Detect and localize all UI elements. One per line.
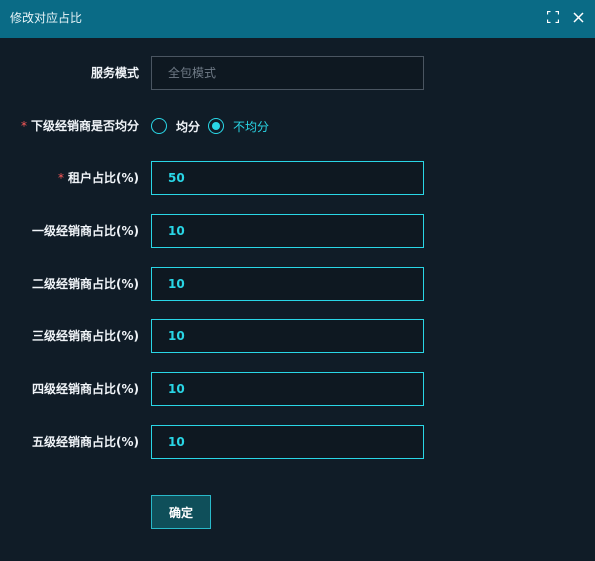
level1-ratio-label: 一级经销商占比(%): [32, 224, 139, 238]
level4-ratio-row: 四级经销商占比(%): [0, 372, 595, 406]
required-mark: *: [58, 171, 64, 185]
level3-ratio-row: 三级经销商占比(%): [0, 319, 595, 353]
level2-ratio-input[interactable]: [151, 267, 424, 301]
level4-ratio-input[interactable]: [151, 372, 424, 406]
service-mode-input: [151, 56, 424, 90]
tenant-ratio-label-text: 租户占比(%): [68, 171, 139, 185]
close-icon: [572, 11, 584, 23]
tenant-ratio-label: * 租户占比(%): [58, 161, 139, 195]
radio-even-label: 均分: [176, 119, 201, 134]
radio-even[interactable]: 均分: [151, 118, 200, 135]
ratio-form: 服务模式 *下级经销商是否均分 均分 不均分 *租户占比(%): [0, 38, 595, 561]
level3-ratio-label: 三级经销商占比(%): [32, 329, 139, 343]
even-split-row: * 下级经销商是否均分 均分 不均分: [0, 109, 595, 143]
service-mode-row: 服务模式: [0, 56, 595, 90]
level2-ratio-label: 二级经销商占比(%): [32, 277, 139, 291]
level4-ratio-label: 四级经销商占比(%): [32, 382, 139, 396]
fullscreen-icon: [547, 11, 559, 23]
level1-ratio-input[interactable]: [151, 214, 424, 248]
level2-ratio-row: 二级经销商占比(%): [0, 267, 595, 301]
radio-uneven[interactable]: 不均分: [208, 118, 269, 135]
tenant-ratio-input[interactable]: [151, 161, 424, 195]
modal-dialog: 修改对应占比 服务模式 *下级经销商是否均分 均分: [0, 0, 595, 561]
service-mode-label-text: 服务模式: [90, 66, 139, 80]
even-split-radio-group: 均分 不均分: [151, 109, 277, 143]
confirm-button[interactable]: 确定: [151, 495, 211, 529]
radio-uneven-circle[interactable]: [208, 118, 225, 134]
tenant-ratio-row: * 租户占比(%): [0, 161, 595, 195]
even-split-label: * 下级经销商是否均分: [21, 109, 139, 143]
required-mark: *: [20, 119, 27, 133]
radio-even-circle[interactable]: [151, 118, 167, 134]
fullscreen-button[interactable]: [545, 9, 561, 25]
level3-ratio-input[interactable]: [151, 319, 424, 353]
even-split-label-text: 下级经销商是否均分: [30, 119, 139, 133]
service-mode-label: 服务模式: [91, 56, 139, 90]
level5-ratio-row: 五级经销商占比(%): [0, 425, 595, 459]
dialog-titlebar: 修改对应占比: [0, 0, 595, 38]
dialog-title: 修改对应占比: [10, 11, 83, 25]
radio-uneven-label: 不均分: [233, 119, 270, 134]
level1-ratio-row: 一级经销商占比(%): [0, 214, 595, 248]
close-button[interactable]: [570, 9, 586, 25]
level5-ratio-input[interactable]: [151, 425, 424, 459]
level5-ratio-label: 五级经销商占比(%): [32, 435, 139, 449]
